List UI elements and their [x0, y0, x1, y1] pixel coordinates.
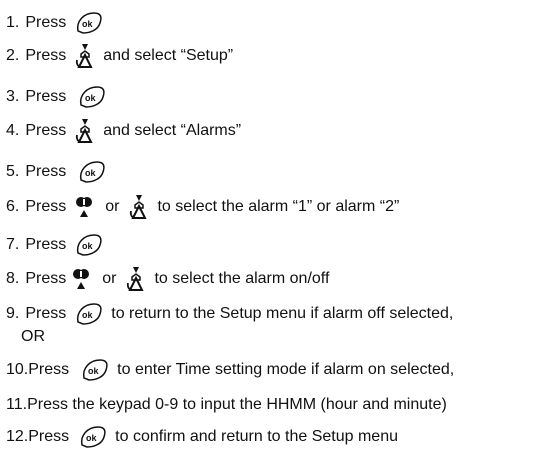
- step-1: 1. Press ok: [6, 10, 548, 36]
- step-text: Press: [28, 361, 70, 378]
- down-phone-icon: [129, 194, 149, 220]
- step-number: 1.: [6, 14, 20, 31]
- step-2: 2. Press and select “Setup”: [6, 43, 548, 69]
- ok-icon: ok: [75, 11, 103, 35]
- ok-icon: ok: [79, 425, 107, 449]
- step-11: 11. Press the keypad 0-9 to input the HH…: [6, 392, 548, 418]
- ok-icon: ok: [75, 233, 103, 257]
- step-9-continuation: OR: [21, 328, 45, 345]
- step-text: Press: [25, 47, 67, 64]
- step-number: 12.: [6, 428, 29, 445]
- step-number: 2.: [6, 47, 20, 64]
- step-7: 7. Press ok: [6, 232, 548, 258]
- step-text: Press: [25, 198, 67, 215]
- svg-text:ok: ok: [86, 433, 97, 443]
- step-5: 5. Press ok: [6, 159, 548, 185]
- ok-icon: ok: [78, 85, 106, 109]
- step-number: 11.: [6, 396, 28, 413]
- step-text: Press: [25, 163, 67, 180]
- step-number: 5.: [6, 163, 20, 180]
- up-icon: [72, 267, 90, 291]
- step-text: Press: [25, 14, 67, 31]
- step-text-after: to enter Time setting mode if alarm on s…: [117, 361, 455, 378]
- svg-text:ok: ok: [85, 93, 96, 103]
- svg-text:ok: ok: [82, 19, 93, 29]
- down-phone-icon: [126, 266, 146, 292]
- step-text-after: to confirm and return to the Setup menu: [115, 428, 398, 445]
- step-number: 3.: [6, 88, 20, 105]
- svg-text:ok: ok: [82, 310, 93, 320]
- instruction-steps: 1. Press ok 2. Press and select “Setup” …: [0, 0, 548, 462]
- ok-icon: ok: [75, 302, 103, 326]
- step-text: Press: [28, 428, 70, 445]
- or-text: or: [105, 198, 120, 215]
- step-number: 7.: [6, 236, 20, 253]
- svg-text:ok: ok: [82, 241, 93, 251]
- step-text: Press: [25, 270, 67, 287]
- step-8: 8. Press or to select the alarm on/off: [6, 266, 548, 292]
- step-12: 12. Press ok to confirm and return to th…: [6, 424, 548, 450]
- down-phone-icon: [75, 118, 95, 144]
- step-text-after: and select “Alarms”: [103, 122, 242, 139]
- step-number: 10.: [6, 361, 29, 378]
- step-number: 8.: [6, 270, 20, 287]
- step-text: Press: [25, 236, 67, 253]
- up-icon: [75, 195, 93, 219]
- step-6: 6. Press or to select the alarm “1” or a…: [6, 194, 548, 220]
- step-9: 9. Press ok to return to the Setup menu …: [6, 301, 548, 327]
- svg-text:ok: ok: [85, 168, 96, 178]
- step-text: Press: [25, 122, 67, 139]
- step-text: Press: [25, 88, 67, 105]
- step-3: 3. Press ok: [6, 84, 548, 110]
- step-text-after: to return to the Setup menu if alarm off…: [111, 305, 454, 322]
- step-4: 4. Press and select “Alarms”: [6, 118, 548, 144]
- step-text: Press the keypad 0-9 to input the HHMM (…: [27, 396, 447, 413]
- ok-icon: ok: [78, 160, 106, 184]
- step-number: 9.: [6, 305, 20, 322]
- or-text: or: [102, 270, 117, 287]
- step-text-after: to select the alarm “1” or alarm “2”: [157, 198, 400, 215]
- down-phone-icon: [75, 43, 95, 69]
- step-number: 4.: [6, 122, 20, 139]
- step-text: Press: [25, 305, 67, 322]
- step-10: 10. Press ok to enter Time setting mode …: [6, 357, 548, 383]
- step-text-after: to select the alarm on/off: [154, 270, 330, 287]
- svg-text:ok: ok: [88, 366, 99, 376]
- step-number: 6.: [6, 198, 20, 215]
- step-text-after: and select “Setup”: [103, 47, 234, 64]
- ok-icon: ok: [81, 358, 109, 382]
